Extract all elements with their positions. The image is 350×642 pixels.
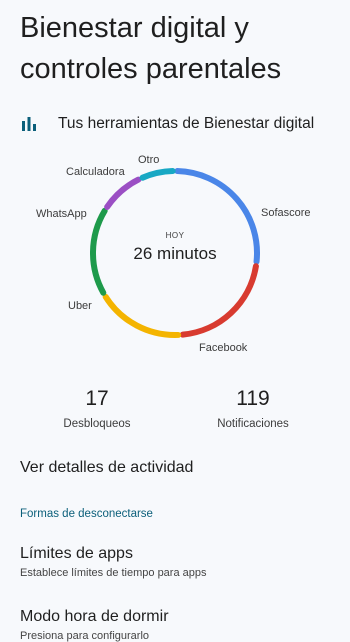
donut-segment-uber[interactable] [102, 293, 182, 338]
activity-details-link[interactable]: Ver detalles de actividad [20, 456, 330, 480]
donut-segment-whatsapp[interactable] [90, 207, 108, 296]
bedtime-mode-subtitle: Presiona para configurarlo [20, 630, 150, 642]
notifications-count: 119 [236, 387, 270, 410]
unlocks-stat[interactable]: 17 Desbloqueos [37, 386, 157, 430]
page-title: Bienestar digital y controles parentales [20, 12, 282, 85]
bedtime-mode-title: Modo hora de dormir [20, 608, 169, 625]
chart-center-caption: HOY [165, 231, 185, 240]
donut-segment-facebook[interactable] [179, 263, 259, 338]
usage-donut-chart[interactable]: HOY 26 minutos Otro Calculadora WhatsApp… [0, 145, 350, 370]
disconnect-section-header: Formas de desconectarse [20, 508, 153, 520]
chart-label-uber: Uber [68, 300, 92, 312]
notifications-label: Notificaciones [217, 418, 289, 430]
chart-label-sofascore: Sofascore [261, 207, 311, 219]
app-limits-subtitle: Establece límites de tiempo para apps [20, 567, 207, 579]
chart-label-whatsapp: WhatsApp [36, 208, 87, 220]
tools-section-label: Tus herramientas de Bienestar digital [58, 115, 315, 132]
bedtime-mode-item[interactable]: Modo hora de dormir Presiona para config… [20, 607, 330, 642]
chart-label-otro: Otro [138, 154, 160, 166]
unlocks-count: 17 [85, 387, 109, 410]
chart-label-facebook: Facebook [199, 342, 248, 354]
bar-chart-icon [20, 115, 38, 133]
app-limits-item[interactable]: Límites de apps Establece límites de tie… [20, 544, 330, 579]
app-limits-title: Límites de apps [20, 545, 133, 562]
tools-section-header: Tus herramientas de Bienestar digital [20, 112, 340, 136]
donut-segment-otro[interactable] [139, 168, 176, 181]
notifications-stat[interactable]: 119 Notificaciones [193, 386, 313, 430]
chart-label-calculadora: Calculadora [66, 166, 125, 178]
donut-segment-calculadora[interactable] [104, 176, 142, 210]
chart-center-value: 26 minutos [133, 244, 217, 263]
unlocks-label: Desbloqueos [63, 418, 131, 430]
